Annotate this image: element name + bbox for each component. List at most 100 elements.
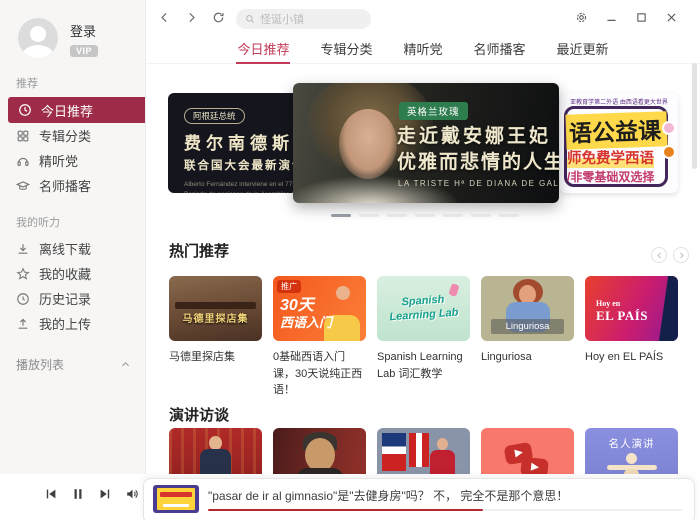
card-cover: 马德里探店集: [169, 276, 262, 341]
forward-icon[interactable]: [185, 11, 198, 24]
carousel-slide-diana[interactable]: 英格兰玫瑰 走近戴安娜王妃 优雅而悲情的人生 LA TRISTE Hª DE D…: [293, 83, 559, 203]
sidebar-item-uploads[interactable]: 我的上传: [0, 311, 145, 336]
card-cover: 推广 30天 西语入门: [273, 276, 366, 341]
main-area: 怪诞小镇 今日推荐 专辑分类 精听党 名师播客 最近更新 阿根廷总统 费尔南德斯…: [146, 0, 700, 474]
cover-overlay-text: Linguriosa: [491, 319, 564, 334]
sidebar-item-label: 专辑分类: [39, 126, 91, 145]
progress-bar[interactable]: [208, 509, 682, 511]
chevron-left-icon: [656, 252, 663, 259]
previous-track-icon[interactable]: [44, 487, 58, 501]
minimize-icon[interactable]: [605, 11, 618, 24]
next-track-icon[interactable]: [98, 487, 112, 501]
card-cover: [169, 428, 262, 474]
card-linguriosa[interactable]: Linguriosa Linguriosa: [481, 276, 574, 399]
section-pager: [651, 247, 689, 263]
sidebar-item-listening-club[interactable]: 精听党: [0, 148, 145, 173]
progress-fill: [208, 509, 483, 511]
carousel-dot[interactable]: [499, 214, 519, 217]
prev-page-button[interactable]: [651, 247, 667, 263]
card-cover: [377, 428, 470, 474]
cover-text-line1: Hoy en: [596, 299, 620, 308]
ad-line3: /非零基础双选择: [567, 168, 654, 185]
tab-today[interactable]: 今日推荐: [235, 36, 291, 63]
card-cover: [481, 428, 574, 474]
window-controls: [575, 11, 678, 24]
close-icon[interactable]: [665, 11, 678, 24]
card-caption: 0基础西语入门课，30天说纯正西语！: [273, 349, 366, 399]
card-speech-1[interactable]: [169, 428, 262, 474]
card-cover: Linguriosa: [481, 276, 574, 341]
maximize-icon[interactable]: [635, 11, 648, 24]
scrollbar-thumb[interactable]: [692, 63, 697, 169]
section-label-recommend: 推荐: [16, 75, 145, 91]
tab-listening-club[interactable]: 精听党: [401, 36, 444, 63]
sidebar-item-label: 历史记录: [39, 289, 91, 308]
back-icon[interactable]: [158, 11, 171, 24]
history-icon: [16, 292, 30, 306]
ad-top-text: 亚教育学第二外语 由西语看更大世界: [560, 97, 678, 106]
ad-line2: 师免费学西语: [567, 147, 654, 168]
card-celebrity-speech[interactable]: 名人演讲: [585, 428, 678, 474]
graduation-cap-icon: [16, 179, 30, 193]
tab-categories[interactable]: 专辑分类: [318, 36, 374, 63]
talks-cards-row: 名人演讲: [169, 428, 678, 474]
section-title-talks: 演讲访谈: [169, 404, 229, 425]
card-spanish-course[interactable]: 推广 30天 西语入门 0基础西语入门课，30天说纯正西语！: [273, 276, 366, 399]
card-caption: Hoy en EL PAÍS: [585, 349, 678, 366]
sidebar-item-downloads[interactable]: 离线下载: [0, 236, 145, 261]
sidebar-item-label: 今日推荐: [41, 101, 93, 120]
playlist-toggle[interactable]: 播放列表: [16, 356, 131, 373]
carousel-dot[interactable]: [331, 214, 351, 217]
sidebar: 登录 VIP 推荐 今日推荐 专辑分类 精听党 名师播客 我的听力 离线下载: [0, 0, 146, 474]
now-playing-title: "pasar de ir al gimnasio"是"去健身房"吗？ 不， 完全…: [208, 487, 568, 504]
app-window: 登录 VIP 推荐 今日推荐 专辑分类 精听党 名师播客 我的听力 离线下载: [0, 0, 700, 520]
card-learning-lab[interactable]: Spanish Learning Lab Spanish Learning La…: [377, 276, 470, 399]
vip-badge: VIP: [70, 45, 98, 57]
carousel-dot[interactable]: [443, 214, 463, 217]
refresh-icon[interactable]: [212, 11, 225, 24]
cover-text-line2: 西语入门: [280, 312, 332, 331]
card-madrid[interactable]: 马德里探店集 马德里探店集: [169, 276, 262, 399]
card-interview-2[interactable]: [273, 428, 366, 474]
carousel-dot[interactable]: [387, 214, 407, 217]
tab-latest[interactable]: 最近更新: [555, 36, 611, 63]
sidebar-item-favorites[interactable]: 我的收藏: [0, 261, 145, 286]
volume-icon[interactable]: [125, 487, 139, 501]
hot-cards-row: 马德里探店集 马德里探店集 推广 30天 西语入门 0基础西语入门课，30天说纯…: [169, 276, 678, 399]
slide-title-line1: 走近戴安娜王妃: [397, 121, 551, 148]
cover-text-line2: EL PAÍS: [596, 308, 648, 324]
gear-icon[interactable]: [575, 11, 588, 24]
now-playing-popup[interactable]: "pasar de ir al gimnasio"是"去健身房"吗？ 不， 完全…: [143, 478, 695, 520]
upload-icon: [16, 317, 30, 331]
slide-badge: 英格兰玫瑰: [399, 102, 468, 120]
sidebar-item-categories[interactable]: 专辑分类: [0, 123, 145, 148]
now-playing-thumbnail: [153, 485, 199, 513]
ad-dot-pink: [662, 121, 676, 135]
sidebar-item-today[interactable]: 今日推荐: [8, 97, 145, 123]
headphones-icon: [16, 154, 30, 168]
carousel-dot[interactable]: [471, 214, 491, 217]
sidebar-item-history[interactable]: 历史记录: [0, 286, 145, 311]
pause-icon[interactable]: [71, 487, 85, 501]
card-podium-3[interactable]: [377, 428, 470, 474]
card-caption: Spanish Learning Lab 词汇教学: [377, 349, 470, 382]
search-placeholder: 怪诞小镇: [260, 11, 304, 27]
sidebar-item-label: 我的收藏: [39, 264, 91, 283]
nav-controls: [158, 11, 225, 24]
carousel-slide-course-ad[interactable]: 亚教育学第二外语 由西语看更大世界 语公益课 师免费学西语 /非零基础双选择: [560, 93, 678, 193]
cover-text: 马德里探店集: [169, 310, 262, 325]
clock-icon: [18, 103, 32, 117]
card-video-4[interactable]: [481, 428, 574, 474]
next-page-button[interactable]: [673, 247, 689, 263]
top-tabs: 今日推荐 专辑分类 精听党 名师播客 最近更新: [146, 36, 700, 64]
card-cover: 名人演讲: [585, 428, 678, 474]
player-bar: "pasar de ir al gimnasio"是"去健身房"吗？ 不， 完全…: [0, 474, 700, 520]
sidebar-item-podcasts[interactable]: 名师播客: [0, 173, 145, 198]
avatar[interactable]: [18, 18, 58, 58]
card-el-pais[interactable]: Hoy en EL PAÍS Hoy en EL PAÍS: [585, 276, 678, 399]
login-link[interactable]: 登录: [70, 21, 98, 40]
search-input[interactable]: 怪诞小镇: [236, 9, 371, 29]
tab-podcasts[interactable]: 名师播客: [472, 36, 528, 63]
carousel-dot[interactable]: [415, 214, 435, 217]
carousel-dot[interactable]: [359, 214, 379, 217]
